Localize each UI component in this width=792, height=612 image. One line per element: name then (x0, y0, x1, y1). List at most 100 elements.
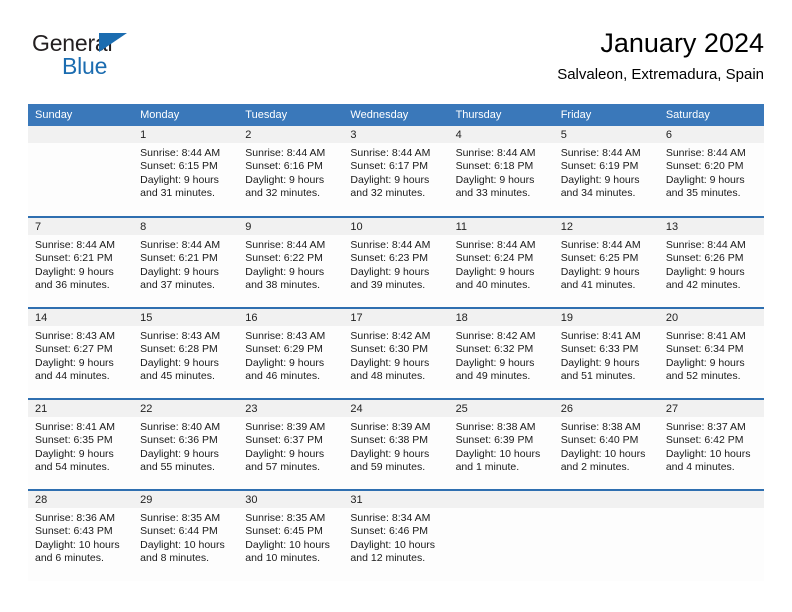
daylight-duration-line2: and 57 minutes. (245, 461, 320, 474)
calendar-day-cell[interactable]: 7 Sunrise: 8:44 AM Sunset: 6:21 PM Daylight… (28, 216, 134, 308)
sunset-time: Sunset: 6:26 PM (665, 252, 744, 265)
calendar-day-cell[interactable]: 28 Sunrise: 8:36 AM Sunset: 6:43 PM Dayligh… (28, 489, 134, 581)
daylight-duration-line2: and 10 minutes. (245, 552, 320, 565)
calendar-day-cell[interactable]: 10 Sunrise: 8:44 AM Sunset: 6:23 PM Dayligh… (343, 216, 449, 308)
daylight-duration-line1: Daylight: 10 hours (560, 447, 646, 460)
calendar-day-cell[interactable]: 31 Sunrise: 8:34 AM Sunset: 6:46 PM Dayligh… (343, 489, 449, 581)
calendar-day-cell[interactable]: 17 Sunrise: 8:42 AM Sunset: 6:30 PM Dayligh… (343, 307, 449, 399)
calendar-day-cell[interactable]: 22 Sunrise: 8:40 AM Sunset: 6:36 PM Dayligh… (133, 398, 239, 490)
calendar-day-cell[interactable]: 1 Sunrise: 8:44 AM Sunset: 6:15 PM Daylight… (133, 126, 239, 217)
day-number: 12 (553, 218, 659, 235)
calendar-day-cell[interactable]: 11 Sunrise: 8:44 AM Sunset: 6:24 PM Dayligh… (448, 216, 554, 308)
weekday-header-friday: Friday (553, 104, 659, 126)
day-number: 25 (448, 400, 554, 417)
sunrise-time: Sunrise: 8:42 AM (455, 330, 536, 342)
calendar-day-cell[interactable]: 18 Sunrise: 8:42 AM Sunset: 6:32 PM Dayligh… (448, 307, 554, 399)
day-sun-info: Sunrise: 8:44 AM Sunset: 6:16 PM Daylight:… (238, 143, 343, 201)
sunrise-time: Sunrise: 8:44 AM (245, 147, 326, 159)
calendar-day-cell[interactable]: 9 Sunrise: 8:44 AM Sunset: 6:22 PM Daylight… (238, 216, 344, 308)
sunrise-time: Sunrise: 8:43 AM (140, 330, 221, 342)
daylight-duration-line2: and 34 minutes. (560, 187, 636, 200)
calendar-day-cell[interactable]: 23 Sunrise: 8:39 AM Sunset: 6:37 PM Dayligh… (238, 398, 344, 490)
sunrise-time: Sunrise: 8:43 AM (245, 330, 326, 342)
calendar-day-cell[interactable]: 6 Sunrise: 8:44 AM Sunset: 6:20 PM Daylight… (658, 126, 764, 217)
day-sun-info: Sunrise: 8:44 AM Sunset: 6:18 PM Daylight:… (449, 143, 554, 201)
calendar-page: General Blue January 2024 Salvaleon, Ext… (0, 0, 792, 612)
calendar-day-cell[interactable]: 16 Sunrise: 8:43 AM Sunset: 6:29 PM Dayligh… (238, 307, 344, 399)
calendar-day-cell[interactable]: 5 Sunrise: 8:44 AM Sunset: 6:19 PM Daylight… (553, 126, 659, 217)
calendar-day-cell[interactable]: 30 Sunrise: 8:35 AM Sunset: 6:45 PM Dayligh… (238, 489, 344, 581)
day-number: 3 (343, 126, 449, 143)
day-number: 8 (133, 218, 239, 235)
calendar-day-cell[interactable]: 3 Sunrise: 8:44 AM Sunset: 6:17 PM Daylight… (343, 126, 449, 217)
day-number: 7 (28, 218, 134, 235)
sunset-time: Sunset: 6:28 PM (140, 343, 218, 356)
day-sun-info: Sunrise: 8:42 AM Sunset: 6:32 PM Daylight:… (449, 326, 554, 384)
page-subtitle: Salvaleon, Extremadura, Spain (557, 66, 764, 83)
daylight-duration-line1: Daylight: 9 hours (350, 173, 430, 186)
day-sun-info: Sunrise: 8:43 AM Sunset: 6:29 PM Daylight:… (238, 326, 343, 384)
sunrise-time: Sunrise: 8:38 AM (455, 421, 536, 433)
daylight-duration-line2: and 55 minutes. (140, 461, 215, 474)
day-sun-info: Sunrise: 8:44 AM Sunset: 6:24 PM Daylight:… (449, 235, 554, 293)
calendar-week-row: 7 Sunrise: 8:44 AM Sunset: 6:21 PM Daylight… (28, 216, 764, 308)
day-sun-info: Sunrise: 8:43 AM Sunset: 6:28 PM Daylight:… (133, 326, 238, 384)
calendar-day-cell[interactable]: 27 Sunrise: 8:37 AM Sunset: 6:42 PM Dayligh… (658, 398, 764, 490)
weekday-header-tuesday: Tuesday (238, 104, 344, 126)
calendar-day-cell[interactable]: 15 Sunrise: 8:43 AM Sunset: 6:28 PM Dayligh… (133, 307, 239, 399)
sunset-time: Sunset: 6:42 PM (665, 434, 744, 447)
weekday-header-thursday: Thursday (448, 104, 554, 126)
calendar-day-cell[interactable]: 14 Sunrise: 8:43 AM Sunset: 6:27 PM Dayligh… (28, 307, 134, 399)
calendar-day-cell[interactable]: 29 Sunrise: 8:35 AM Sunset: 6:44 PM Dayligh… (133, 489, 239, 581)
sunrise-time: Sunrise: 8:44 AM (665, 147, 746, 159)
calendar-day-cell[interactable]: 20 Sunrise: 8:41 AM Sunset: 6:34 PM Dayligh… (658, 307, 764, 399)
sunset-time: Sunset: 6:39 PM (455, 434, 534, 447)
calendar-day-cell[interactable]: 2 Sunrise: 8:44 AM Sunset: 6:16 PM Daylight… (238, 126, 344, 217)
calendar-day-cell[interactable]: 8 Sunrise: 8:44 AM Sunset: 6:21 PM Daylight… (133, 216, 239, 308)
daylight-duration-line1: Daylight: 10 hours (35, 538, 120, 551)
calendar-day-cell[interactable]: 24 Sunrise: 8:39 AM Sunset: 6:38 PM Dayligh… (343, 398, 449, 490)
day-number: 30 (238, 491, 344, 508)
daylight-duration-line2: and 49 minutes. (455, 370, 531, 383)
sunrise-time: Sunrise: 8:42 AM (350, 330, 431, 342)
logo-text-blue: Blue (62, 53, 108, 79)
calendar-day-cell[interactable]: 19 Sunrise: 8:41 AM Sunset: 6:33 PM Dayligh… (553, 307, 659, 399)
sunset-time: Sunset: 6:38 PM (350, 434, 429, 447)
daylight-duration-line1: Daylight: 9 hours (245, 447, 325, 460)
sunset-time: Sunset: 6:17 PM (350, 160, 429, 173)
calendar-day-cell[interactable]: 26 Sunrise: 8:38 AM Sunset: 6:40 PM Dayligh… (553, 398, 659, 490)
daylight-duration-line1: Daylight: 10 hours (245, 538, 330, 551)
sunset-time: Sunset: 6:19 PM (560, 160, 639, 173)
calendar-day-cell[interactable]: 21 Sunrise: 8:41 AM Sunset: 6:35 PM Dayligh… (28, 398, 134, 490)
day-sun-info: Sunrise: 8:44 AM Sunset: 6:20 PM Daylight:… (659, 143, 764, 201)
day-number: 27 (658, 400, 764, 417)
calendar-day-cell[interactable]: 12 Sunrise: 8:44 AM Sunset: 6:25 PM Dayligh… (553, 216, 659, 308)
day-number: 15 (133, 309, 239, 326)
sunrise-time: Sunrise: 8:44 AM (665, 239, 746, 251)
general-blue-logo[interactable]: General Blue (32, 30, 212, 90)
day-number: 18 (448, 309, 554, 326)
day-sun-info: Sunrise: 8:34 AM Sunset: 6:46 PM Daylight:… (343, 508, 448, 566)
calendar-day-cell[interactable]: 13 Sunrise: 8:44 AM Sunset: 6:26 PM Dayligh… (658, 216, 764, 308)
weekday-header-monday: Monday (133, 104, 239, 126)
sunrise-time: Sunrise: 8:43 AM (35, 330, 115, 342)
day-sun-info: Sunrise: 8:44 AM Sunset: 6:25 PM Daylight:… (554, 235, 659, 293)
daylight-duration-line1: Daylight: 9 hours (665, 173, 745, 186)
sunrise-time: Sunrise: 8:44 AM (350, 147, 431, 159)
calendar-day-cell[interactable]: 4 Sunrise: 8:44 AM Sunset: 6:18 PM Daylight… (448, 126, 554, 217)
daylight-duration-line2: and 38 minutes. (245, 279, 320, 292)
sunset-time: Sunset: 6:27 PM (35, 343, 113, 356)
daylight-duration-line1: Daylight: 9 hours (455, 173, 535, 186)
day-number: 28 (28, 491, 134, 508)
daylight-duration-line2: and 45 minutes. (140, 370, 215, 383)
daylight-duration-line2: and 33 minutes. (455, 187, 531, 200)
calendar-day-cell[interactable]: 25 Sunrise: 8:38 AM Sunset: 6:39 PM Dayligh… (448, 398, 554, 490)
sunrise-time: Sunrise: 8:36 AM (35, 512, 115, 524)
day-sun-info: Sunrise: 8:44 AM Sunset: 6:21 PM Daylight:… (133, 235, 238, 293)
day-number (28, 126, 134, 143)
sunrise-time: Sunrise: 8:39 AM (350, 421, 431, 433)
calendar-week-row: 14 Sunrise: 8:43 AM Sunset: 6:27 PM Dayligh… (28, 307, 764, 399)
sunset-time: Sunset: 6:35 PM (35, 434, 113, 447)
sunrise-time: Sunrise: 8:44 AM (350, 239, 431, 251)
daylight-duration-line2: and 46 minutes. (245, 370, 320, 383)
